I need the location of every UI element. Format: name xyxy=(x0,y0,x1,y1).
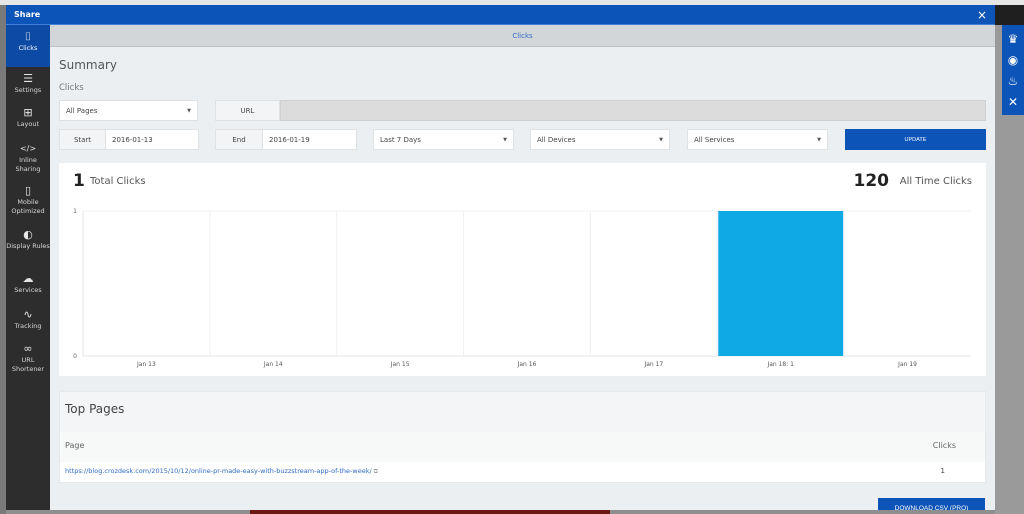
sliders-icon: ☰ xyxy=(23,72,33,85)
main-content: Clicks Summary Clicks All Pages ▼ URL St… xyxy=(50,25,995,510)
sidebar-item-inline-sharing[interactable]: </> Inline Sharing xyxy=(6,137,50,179)
sidebar-item-label: Inline Sharing xyxy=(15,156,41,173)
pages-select[interactable]: All Pages ▼ xyxy=(59,100,198,121)
pages-select-value: All Pages xyxy=(66,106,98,115)
table-header: Page Clicks xyxy=(60,432,985,462)
url-label: URL xyxy=(215,100,280,121)
top-pages-panel: Top Pages Page Clicks https://blog.crozd… xyxy=(59,391,986,483)
x-tick-label: Jan 16 xyxy=(517,361,537,368)
sidebar-item-clicks[interactable]: ⌷ Clicks xyxy=(6,25,50,67)
date-range-select-value: Last 7 Days xyxy=(380,135,421,144)
sidebar-item-label: Display Rules xyxy=(6,242,50,250)
column-header-clicks: Clicks xyxy=(932,441,956,450)
date-range-select[interactable]: Last 7 Days ▼ xyxy=(373,129,514,150)
link-icon: ∞ xyxy=(23,342,33,355)
end-label: End xyxy=(215,129,263,150)
caret-down-icon: ▼ xyxy=(187,108,191,114)
crown-icon[interactable]: ♛ xyxy=(1008,32,1019,46)
modal-title: Share xyxy=(14,10,41,19)
services-select[interactable]: All Services ▼ xyxy=(687,129,828,150)
x-tick-label: Jan 14 xyxy=(263,361,283,368)
contrast-icon: ◐ xyxy=(23,228,33,241)
x-tick-label: Jan 19 xyxy=(897,361,917,368)
url-field[interactable] xyxy=(280,100,986,121)
modal-header: Share × xyxy=(6,5,995,25)
sidebar-item-label: Layout xyxy=(16,120,40,128)
cloud-upload-icon: ☁ xyxy=(22,272,34,285)
page-link[interactable]: https://blog.crozdesk.com/2015/10/12/onl… xyxy=(65,467,378,476)
caret-down-icon: ▼ xyxy=(659,137,663,143)
table-row: https://blog.crozdesk.com/2015/10/12/onl… xyxy=(60,462,985,482)
sidebar-item-settings[interactable]: ☰ Settings xyxy=(6,67,50,101)
page-url: https://blog.crozdesk.com/2015/10/12/onl… xyxy=(65,467,372,475)
sidebar-item-layout[interactable]: ⊞ Layout xyxy=(6,101,50,137)
tab-bar: Clicks xyxy=(50,25,995,47)
share-modal: Share × ⌷ Clicks ☰ Settings ⊞ Layout </>… xyxy=(6,5,995,510)
start-date-input[interactable]: 2016-01-13 xyxy=(105,129,199,150)
clicks-bar-chart: 0 1 Jan 13 Jan 14 Jan 15 Jan 16 Jan 17 Jan 18: … xyxy=(73,208,971,368)
x-tick-label: Jan 13 xyxy=(136,361,156,368)
sidebar-item-tracking[interactable]: ∿ Tracking xyxy=(6,303,50,337)
sidebar-item-label: Services xyxy=(14,286,42,294)
clicks-chart-card: 1 Total Clicks 120 All Time Clicks 0 1 Jan… xyxy=(59,163,986,376)
sidebar-item-label: URL Shortener xyxy=(11,356,45,373)
end-date-input[interactable]: 2016-01-19 xyxy=(262,129,357,150)
start-label: Start xyxy=(59,129,106,150)
devices-select[interactable]: All Devices ▼ xyxy=(530,129,670,150)
sidebar-item-label: Clicks xyxy=(18,44,38,52)
close-icon[interactable]: × xyxy=(977,9,987,21)
caret-down-icon: ▼ xyxy=(503,137,507,143)
chart-line-icon: ∿ xyxy=(23,308,33,321)
services-select-value: All Services xyxy=(694,135,735,144)
floating-share-bar: ♛ ◉ ♨ ✕ xyxy=(1002,25,1024,115)
sidebar: ⌷ Clicks ☰ Settings ⊞ Layout </> Inline … xyxy=(6,25,50,510)
sidebar-item-services[interactable]: ☁ Services xyxy=(6,267,50,303)
tab-clicks[interactable]: Clicks xyxy=(512,32,532,40)
section-subtitle: Clicks xyxy=(59,83,84,93)
bar xyxy=(718,211,844,356)
fire-icon[interactable]: ♨ xyxy=(1008,74,1019,88)
caret-down-icon: ▼ xyxy=(817,137,821,143)
code-icon: </> xyxy=(19,144,37,153)
sidebar-item-display-rules[interactable]: ◐ Display Rules xyxy=(6,223,50,267)
top-pages-title: Top Pages xyxy=(65,402,125,416)
sidebar-item-label: Tracking xyxy=(14,322,42,330)
devices-select-value: All Devices xyxy=(537,135,576,144)
sidebar-item-mobile-optimized[interactable]: ▯ Mobile Optimized xyxy=(6,179,50,223)
update-button[interactable]: UPDATE xyxy=(845,129,986,150)
external-link-icon: ⧉ xyxy=(373,468,378,475)
x-tick-label: Jan 17 xyxy=(643,361,663,368)
mouse-icon: ⌷ xyxy=(24,30,32,43)
close-icon[interactable]: ✕ xyxy=(1008,95,1018,109)
y-tick-label: 1 xyxy=(73,208,77,215)
globe-icon[interactable]: ◉ xyxy=(1008,53,1018,67)
download-csv-button[interactable]: DOWNLOAD CSV (PRO) xyxy=(878,498,985,510)
x-tick-label: Jan 15 xyxy=(390,361,410,368)
page-clicks: 1 xyxy=(940,467,945,475)
sidebar-item-url-shortener[interactable]: ∞ URL Shortener xyxy=(6,337,50,377)
mobile-icon: ▯ xyxy=(24,184,32,197)
sidebar-item-label: Settings xyxy=(14,86,42,94)
page-title: Summary xyxy=(59,58,117,72)
x-tick-label: Jan 18: 1 xyxy=(766,361,794,368)
grid-icon: ⊞ xyxy=(23,106,33,119)
sidebar-item-label: Mobile Optimized xyxy=(11,198,45,215)
column-header-page: Page xyxy=(65,441,85,450)
y-tick-label: 0 xyxy=(73,353,77,360)
